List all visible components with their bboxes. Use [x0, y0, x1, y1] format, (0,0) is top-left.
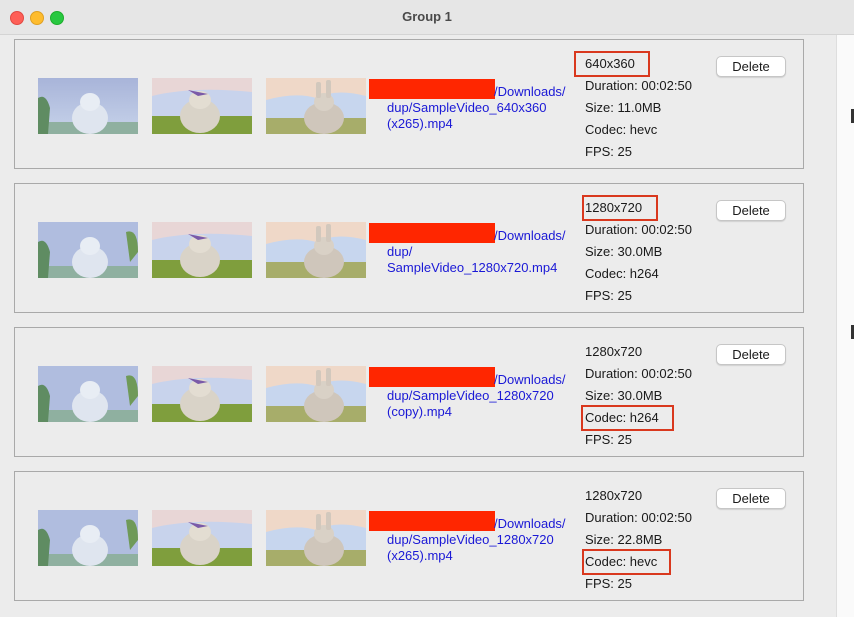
video-thumbnail: [38, 78, 138, 134]
file-path[interactable]: /Downloads/dup/SampleVideo_1280x720 (cop…: [387, 372, 577, 420]
codec-highlight-box: [582, 549, 671, 575]
video-thumbnail: [266, 366, 366, 422]
video-thumbnail: [152, 366, 252, 422]
file-path-line1: /Downloads/: [494, 228, 566, 243]
duration-label: Duration: 00:02:50: [585, 222, 692, 237]
delete-button[interactable]: Delete: [716, 344, 786, 365]
fps-label: FPS: 25: [585, 144, 632, 159]
file-path-rest: dup/SampleVideo_640x360 (x265).mp4: [387, 100, 547, 131]
codec-label: Codec: h264: [585, 266, 659, 281]
video-thumbnail: [38, 366, 138, 422]
file-path-rest: dup/ SampleVideo_1280x720.mp4: [387, 244, 558, 275]
resolution-highlight-box: [582, 195, 658, 221]
title-bar: Group 1: [0, 0, 854, 35]
video-thumbnail: [266, 78, 366, 134]
video-thumbnail: [38, 510, 138, 566]
size-label: Size: 11.0MB: [585, 100, 662, 115]
video-thumbnail: [38, 222, 138, 278]
resolution-label: 1280x720: [585, 344, 643, 359]
codec-label: Codec: hevc: [585, 122, 658, 137]
video-thumbnail: [266, 510, 366, 566]
delete-button[interactable]: Delete: [716, 200, 786, 221]
video-card: /Downloads/dup/SampleVideo_640x360 (x265…: [14, 39, 804, 169]
file-path-rest: dup/SampleVideo_1280x720 (x265).mp4: [387, 532, 554, 563]
fps-label: FPS: 25: [585, 576, 632, 591]
size-label: Size: 22.8MB: [585, 532, 663, 547]
size-label: Size: 30.0MB: [585, 244, 663, 259]
video-card: /Downloads/dup/SampleVideo_1280x720 (cop…: [14, 327, 804, 457]
codec-highlight-box: [581, 405, 674, 431]
video-thumbnail: [152, 222, 252, 278]
video-card: /Downloads/dup/ SampleVideo_1280x720.mp4…: [14, 183, 804, 313]
file-path-line1: /Downloads/: [494, 372, 566, 387]
file-path[interactable]: /Downloads/dup/SampleVideo_1280x720 (x26…: [387, 516, 577, 564]
file-path[interactable]: /Downloads/dup/SampleVideo_640x360 (x265…: [387, 84, 577, 132]
resolution-label: 1280x720: [585, 488, 643, 503]
app-window: Group 1 /Downloads/dup/SampleVideo_640x3…: [0, 0, 854, 617]
file-path-line1: /Downloads/: [494, 84, 566, 99]
delete-button[interactable]: Delete: [716, 488, 786, 509]
duplicate-list[interactable]: /Downloads/dup/SampleVideo_640x360 (x265…: [0, 35, 836, 617]
video-card: /Downloads/dup/SampleVideo_1280x720 (x26…: [14, 471, 804, 601]
file-path-line1: /Downloads/: [494, 516, 566, 531]
video-thumbnail: [152, 510, 252, 566]
video-thumbnail: [266, 222, 366, 278]
duration-label: Duration: 00:02:50: [585, 510, 692, 525]
file-path[interactable]: /Downloads/dup/ SampleVideo_1280x720.mp4: [387, 228, 577, 276]
fps-label: FPS: 25: [585, 288, 632, 303]
size-label: Size: 30.0MB: [585, 388, 663, 403]
resolution-highlight-box: [574, 51, 650, 77]
file-path-rest: dup/SampleVideo_1280x720 (copy).mp4: [387, 388, 554, 419]
duration-label: Duration: 00:02:50: [585, 366, 692, 381]
delete-button[interactable]: Delete: [716, 56, 786, 77]
fps-label: FPS: 25: [585, 432, 632, 447]
window-title: Group 1: [402, 9, 452, 24]
video-thumbnail: [152, 78, 252, 134]
scrollbar-track[interactable]: [836, 35, 854, 617]
duration-label: Duration: 00:02:50: [585, 78, 692, 93]
